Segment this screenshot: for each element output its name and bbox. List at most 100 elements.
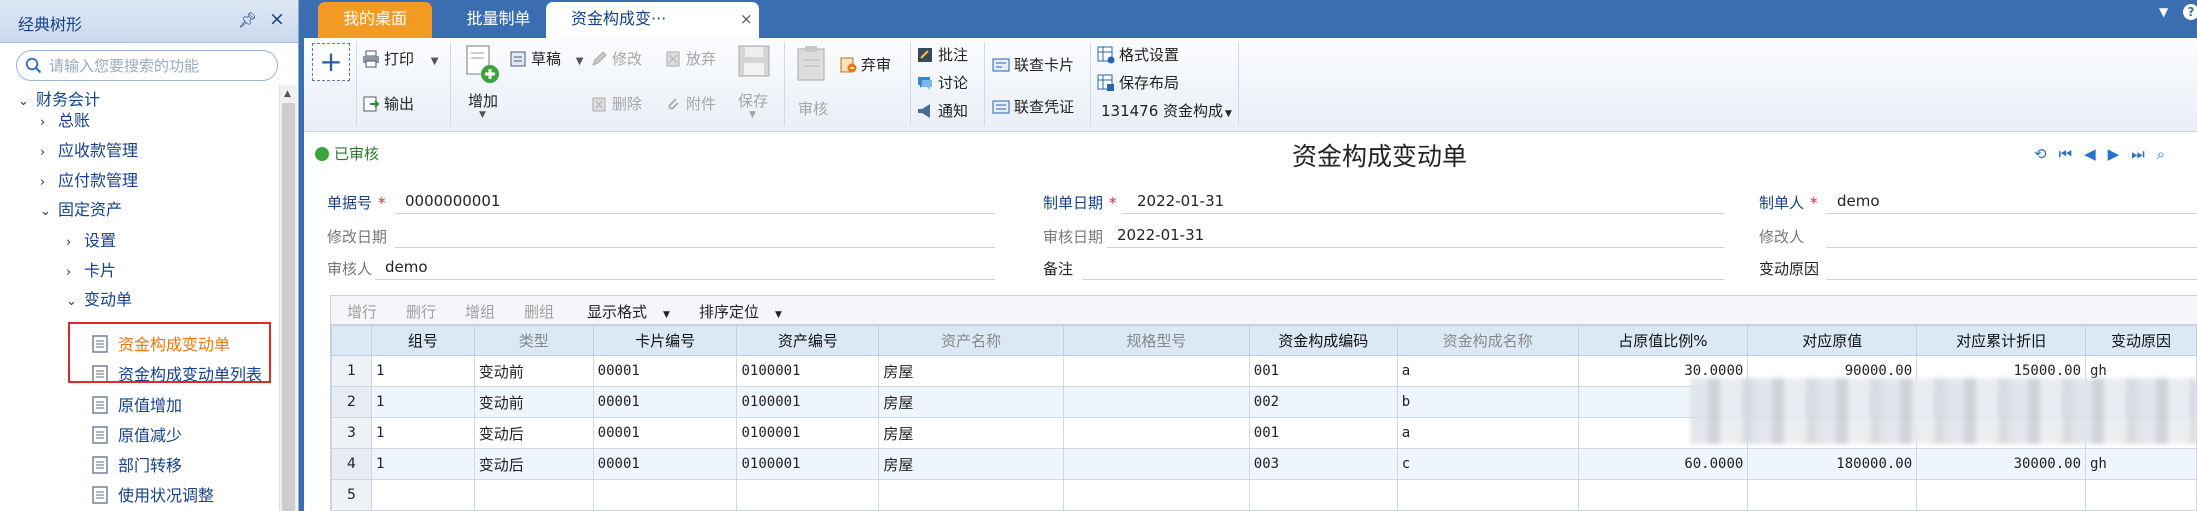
chevron-down-icon[interactable]: ▼ <box>479 110 486 120</box>
display-format-dropdown[interactable]: 显示格式 ▼ <box>587 301 670 322</box>
column-header[interactable]: 对应累计折旧 <box>1916 325 2086 356</box>
search-input[interactable] <box>49 55 273 77</box>
table-cell[interactable] <box>1916 479 2086 511</box>
chevron-down-icon[interactable]: ▼ <box>576 56 584 67</box>
table-cell[interactable]: 1 <box>370 355 475 387</box>
tree-item-change-docs[interactable]: ⌄ 变动单 <box>66 285 132 315</box>
first-record-icon[interactable]: ⏮ <box>2059 145 2085 163</box>
table-cell[interactable]: a <box>1396 355 1579 387</box>
chevron-down-icon[interactable]: ▼ <box>749 110 756 120</box>
linked-voucher-button[interactable]: 联查凭证 <box>992 96 1074 117</box>
draft-button[interactable]: 草稿 ▼ <box>509 48 584 69</box>
close-icon[interactable]: × <box>269 8 285 30</box>
tree-item-gl[interactable]: › 总账 <box>40 106 90 136</box>
column-header[interactable]: 资产编号 <box>736 325 880 356</box>
discuss-button[interactable]: 讨论 <box>916 72 968 93</box>
table-cell[interactable] <box>1396 479 1579 511</box>
tree-item-dept-transfer[interactable]: 部门转移 <box>92 451 182 481</box>
tree-item-usage-adjust[interactable]: 使用状况调整 <box>92 481 214 511</box>
expand-icon[interactable]: › <box>66 228 84 258</box>
expand-icon[interactable]: › <box>66 258 84 288</box>
column-header[interactable]: 资产名称 <box>878 325 1065 356</box>
prev-record-icon[interactable]: ◀ <box>2084 145 2108 163</box>
table-cell[interactable]: 002 <box>1248 386 1398 418</box>
table-cell[interactable]: 1 <box>370 448 475 480</box>
template-select[interactable]: 131476 资金构成 ▼ <box>1101 100 1232 121</box>
doc-no-field[interactable]: 0000000001 <box>405 192 500 210</box>
attachment-button[interactable]: 附件 <box>664 93 716 114</box>
table-cell[interactable]: b <box>1396 386 1579 418</box>
expand-icon[interactable]: › <box>40 168 58 198</box>
table-cell[interactable]: 1 <box>370 417 475 449</box>
tab-fund-change-doc[interactable]: 资金构成变··· × <box>546 2 759 38</box>
table-cell[interactable] <box>1248 479 1398 511</box>
last-record-icon[interactable]: ⏭ <box>2131 145 2157 163</box>
make-date-field[interactable]: 2022-01-31 <box>1137 192 1224 210</box>
column-header[interactable]: 规格型号 <box>1063 325 1250 356</box>
table-cell[interactable] <box>592 479 738 511</box>
format-settings-button[interactable]: 格式设置 <box>1097 44 1179 65</box>
table-cell[interactable]: 房屋 <box>878 355 1065 387</box>
table-cell[interactable]: 001 <box>1248 355 1398 387</box>
sidebar-scrollbar[interactable]: ▲ <box>279 85 297 511</box>
table-cell[interactable] <box>878 479 1065 511</box>
column-header[interactable]: 占原值比例% <box>1577 325 1749 356</box>
column-header[interactable]: 资金构成名称 <box>1396 325 1579 356</box>
tab-my-desktop[interactable]: 我的桌面 <box>318 2 432 38</box>
delete-row-button[interactable]: 删行 <box>406 301 436 322</box>
unaudit-button[interactable]: 弃审 <box>839 54 891 75</box>
table-cell[interactable]: gh <box>2085 448 2197 480</box>
save-button[interactable]: 保存 ▼ <box>734 44 774 124</box>
expand-icon[interactable]: ⌄ <box>66 287 84 317</box>
sidebar-search-box[interactable] <box>16 50 278 81</box>
table-cell[interactable]: 0100001 <box>736 417 880 449</box>
audit-date-field[interactable]: 2022-01-31 <box>1117 226 1204 244</box>
table-cell[interactable]: 00001 <box>592 386 738 418</box>
new-tab-plus-button[interactable]: + <box>312 43 350 81</box>
table-cell[interactable]: 00001 <box>592 448 738 480</box>
table-cell[interactable] <box>1063 355 1250 387</box>
table-cell[interactable] <box>1577 479 1749 511</box>
table-row[interactable]: 4 1 变动后 00001 0100001 房屋 003 c 60.0000 180000.00 3… <box>331 448 2197 480</box>
table-row[interactable]: 5 <box>331 479 2197 511</box>
table-cell[interactable]: 变动后 <box>473 417 594 449</box>
chevron-down-icon[interactable]: ▼ <box>431 56 439 67</box>
column-header[interactable]: 组号 <box>370 325 475 356</box>
chevron-down-icon[interactable]: ▼ <box>775 310 782 320</box>
table-cell[interactable]: c <box>1396 448 1579 480</box>
help-icon[interactable]: ? <box>2183 4 2197 20</box>
export-button[interactable]: 输出 <box>362 93 414 114</box>
tree-item-settings[interactable]: › 设置 <box>66 226 116 256</box>
table-cell[interactable] <box>370 479 475 511</box>
scrollbar-thumb[interactable] <box>282 103 295 511</box>
column-header[interactable]: 变动原因 <box>2085 325 2197 356</box>
table-cell[interactable]: 1 <box>370 386 475 418</box>
tree-item-value-decrease[interactable]: 原值减少 <box>92 421 182 451</box>
table-cell[interactable] <box>1063 479 1250 511</box>
column-header[interactable]: 类型 <box>473 325 594 356</box>
table-cell[interactable] <box>1747 479 1918 511</box>
table-cell[interactable] <box>736 479 880 511</box>
abandon-button[interactable]: 放弃 <box>664 48 716 69</box>
print-button[interactable]: 打印 ▼ <box>362 48 439 69</box>
table-cell[interactable]: 003 <box>1248 448 1398 480</box>
table-cell[interactable]: 房屋 <box>878 417 1065 449</box>
scroll-up-icon[interactable]: ▲ <box>284 89 291 99</box>
notify-button[interactable]: 通知 <box>916 100 968 121</box>
add-button[interactable]: 增加 ▼ <box>462 44 502 124</box>
table-cell[interactable]: a <box>1396 417 1579 449</box>
add-row-button[interactable]: 增行 <box>347 301 377 322</box>
refresh-icon[interactable]: ⟲ <box>2034 145 2059 163</box>
next-record-icon[interactable]: ▶ <box>2108 145 2132 163</box>
table-cell[interactable] <box>1063 417 1250 449</box>
table-cell[interactable] <box>1063 386 1250 418</box>
table-cell[interactable]: 变动前 <box>473 355 594 387</box>
tree-item-payable[interactable]: › 应付款管理 <box>40 166 138 196</box>
table-cell[interactable]: 0100001 <box>736 386 880 418</box>
modify-button[interactable]: 修改 <box>590 48 642 69</box>
tree-item-fixed-assets[interactable]: ⌄ 固定资产 <box>40 195 122 225</box>
annotate-button[interactable]: 批注 <box>916 44 968 65</box>
delete-group-button[interactable]: 删组 <box>524 301 554 322</box>
table-cell[interactable]: 60.0000 <box>1577 448 1749 480</box>
column-header[interactable]: 资金构成编码 <box>1248 325 1398 356</box>
